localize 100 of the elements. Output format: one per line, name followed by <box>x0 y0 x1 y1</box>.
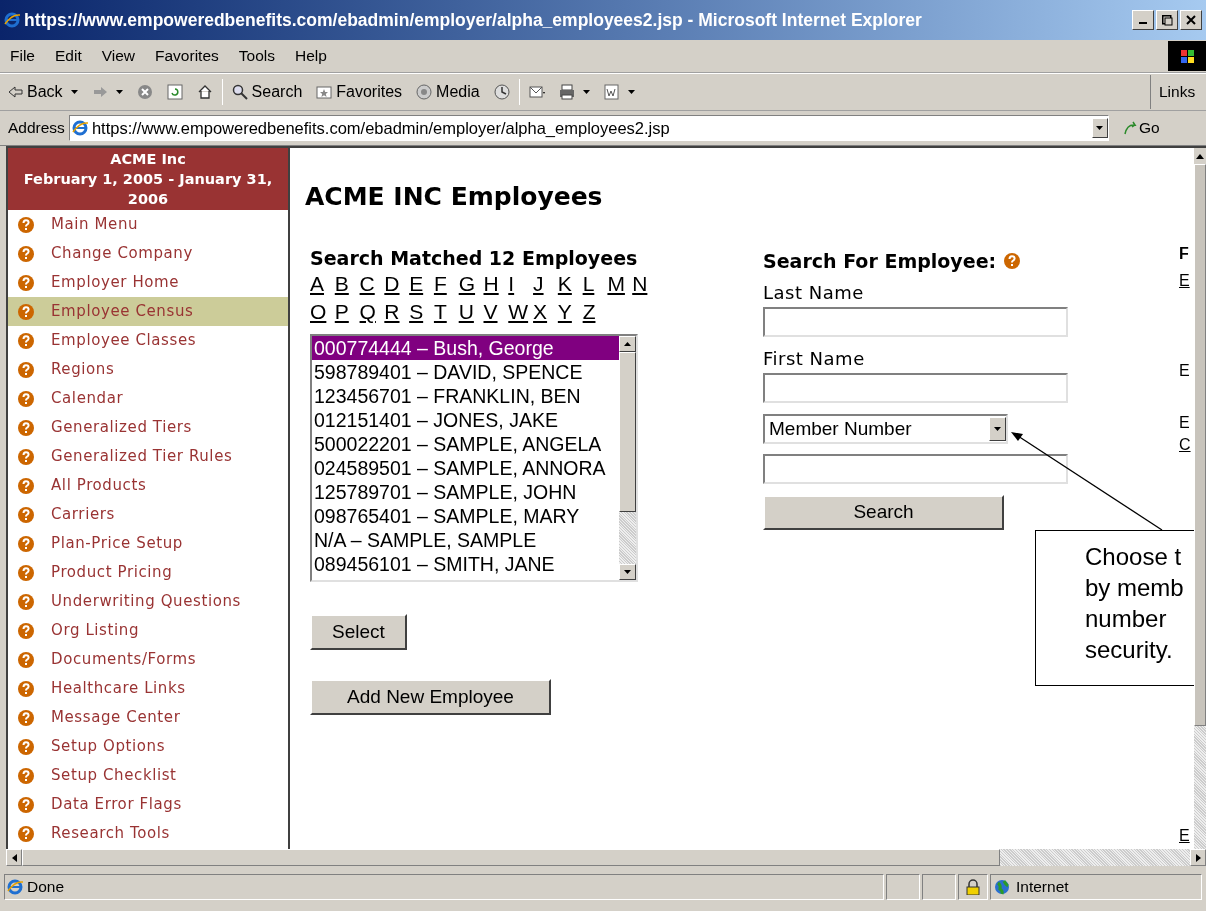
employee-option[interactable]: 500022201 – SAMPLE, ANGELA <box>312 432 619 456</box>
letter-link[interactable]: S <box>409 298 424 326</box>
menu-item[interactable]: Favorites <box>145 44 229 68</box>
address-field[interactable]: https://www.empoweredbenefits.com/ebadmin/employer/alpha_employees2.jsp <box>68 115 1109 141</box>
caret-icon <box>994 427 1001 431</box>
sidebar-item[interactable]: Employee Census <box>8 297 288 326</box>
padlock-icon <box>965 879 981 895</box>
dropdown-caret-icon <box>627 90 635 94</box>
employee-listbox[interactable] <box>310 334 638 582</box>
letter-link[interactable]: W <box>508 298 529 326</box>
letter-link[interactable]: U <box>458 298 474 326</box>
menu-item[interactable]: View <box>91 44 146 68</box>
employee-option[interactable]: 000774444 – Bush, George <box>312 336 619 360</box>
media-button[interactable]: Media <box>409 77 487 107</box>
help-icon <box>18 593 34 610</box>
letter-link[interactable]: O <box>310 298 327 326</box>
search-button[interactable]: Search <box>763 495 1004 530</box>
page-heading: ACME INC Employees <box>305 182 603 212</box>
letter-link[interactable]: Q <box>359 298 376 326</box>
letter-link[interactable]: J <box>533 270 544 298</box>
scroll-right-icon[interactable] <box>1195 853 1201 862</box>
link-text[interactable]: C <box>1179 435 1191 455</box>
employee-option[interactable]: 598789401 – DAVID, SPENCE <box>312 360 619 384</box>
link-text[interactable]: E <box>1179 271 1190 291</box>
address-dropdown-button[interactable] <box>1091 118 1108 138</box>
employee-option[interactable]: 024589501 – SAMPLE, ANNORA <box>312 456 619 480</box>
scroll-up-icon <box>624 342 631 346</box>
letter-link[interactable]: I <box>508 270 515 298</box>
select-button[interactable]: Select <box>310 614 407 650</box>
stop-icon <box>136 84 153 100</box>
letter-link[interactable]: X <box>533 298 548 326</box>
first-name-field[interactable] <box>763 373 1068 403</box>
list-scrollbar[interactable] <box>619 336 636 580</box>
menu-item[interactable]: Tools <box>228 44 285 68</box>
close-icon <box>1186 15 1196 25</box>
letter-link[interactable]: Y <box>557 298 572 326</box>
maximize-icon <box>1161 14 1173 26</box>
back-button[interactable]: Back <box>0 77 85 107</box>
add-employee-button[interactable]: Add New Employee <box>310 679 551 715</box>
dropdown-caret-icon <box>70 90 78 94</box>
close-button[interactable] <box>1180 10 1202 30</box>
help-icon <box>18 216 34 233</box>
search-icon <box>231 84 248 100</box>
letter-link[interactable]: F <box>433 270 447 298</box>
help-icon <box>18 796 34 813</box>
minimize-icon <box>1139 22 1147 24</box>
forward-arrow-icon <box>91 84 108 100</box>
help-icon <box>18 390 34 407</box>
letter-link[interactable]: G <box>458 270 476 298</box>
horizontal-scrollbar[interactable] <box>6 849 1206 866</box>
scroll-up-icon[interactable] <box>1196 153 1204 159</box>
menu-item[interactable]: Help <box>284 44 337 68</box>
letter-link[interactable]: N <box>632 270 648 298</box>
letter-link[interactable]: E <box>409 270 424 298</box>
id-number-field[interactable] <box>763 454 1068 484</box>
links-toolbar-label[interactable]: Links <box>1159 80 1196 104</box>
printer-icon <box>558 84 575 100</box>
letter-link[interactable]: Z <box>582 298 596 326</box>
plan-period: February 1, 2005 - January 31, 2006 <box>22 170 274 209</box>
letter-link[interactable]: V <box>483 298 498 326</box>
results-heading: Search Matched 12 Employees <box>309 246 638 270</box>
last-name-field[interactable] <box>763 307 1068 337</box>
scroll-left-icon[interactable] <box>11 853 17 862</box>
help-icon <box>18 709 34 726</box>
menu-item[interactable]: File <box>0 44 45 68</box>
letter-link[interactable]: D <box>384 270 400 298</box>
letter-link[interactable]: M <box>607 270 625 298</box>
letter-link[interactable]: C <box>359 270 375 298</box>
letter-link[interactable]: P <box>334 298 349 326</box>
favorites-button[interactable]: Favorites <box>309 77 410 107</box>
zone-text: Internet <box>1016 877 1069 898</box>
employee-option[interactable]: 012151401 – JONES, JAKE <box>312 408 619 432</box>
employee-option[interactable]: 123456701 – FRANKLIN, BEN <box>312 384 619 408</box>
help-icon <box>18 332 34 349</box>
scroll-thumb[interactable] <box>22 849 1000 866</box>
minimize-button[interactable] <box>1132 10 1154 30</box>
letter-link[interactable]: T <box>433 298 447 326</box>
help-icon <box>18 622 34 639</box>
first-name-label: First Name <box>763 348 865 370</box>
id-type-dropdown[interactable]: Member Number <box>763 414 1008 444</box>
menu-item[interactable]: Edit <box>45 44 92 68</box>
letter-link[interactable]: H <box>483 270 499 298</box>
company-name: ACME Inc <box>109 150 187 169</box>
letter-link[interactable]: B <box>334 270 349 298</box>
letter-link[interactable]: K <box>557 270 572 298</box>
letter-link[interactable]: L <box>582 270 595 298</box>
link-text[interactable]: E <box>1179 826 1190 846</box>
help-icon <box>18 564 34 581</box>
search-button[interactable]: Search <box>224 77 310 107</box>
help-icon <box>18 738 34 755</box>
employee-option[interactable]: N/A – SAMPLE, SAMPLE <box>312 528 619 552</box>
help-icon <box>18 767 34 784</box>
letter-link[interactable]: A <box>310 270 324 298</box>
employee-option[interactable]: 089456101 – SMITH, JANE <box>312 552 619 576</box>
employee-option[interactable]: 098765401 – SAMPLE, MARY <box>312 504 619 528</box>
employee-option[interactable]: 125789701 – SAMPLE, JOHN <box>312 480 619 504</box>
go-button[interactable]: Go <box>1122 116 1160 140</box>
letter-link[interactable]: R <box>384 298 400 326</box>
scroll-thumb[interactable] <box>1194 164 1206 726</box>
maximize-button[interactable] <box>1156 10 1178 30</box>
